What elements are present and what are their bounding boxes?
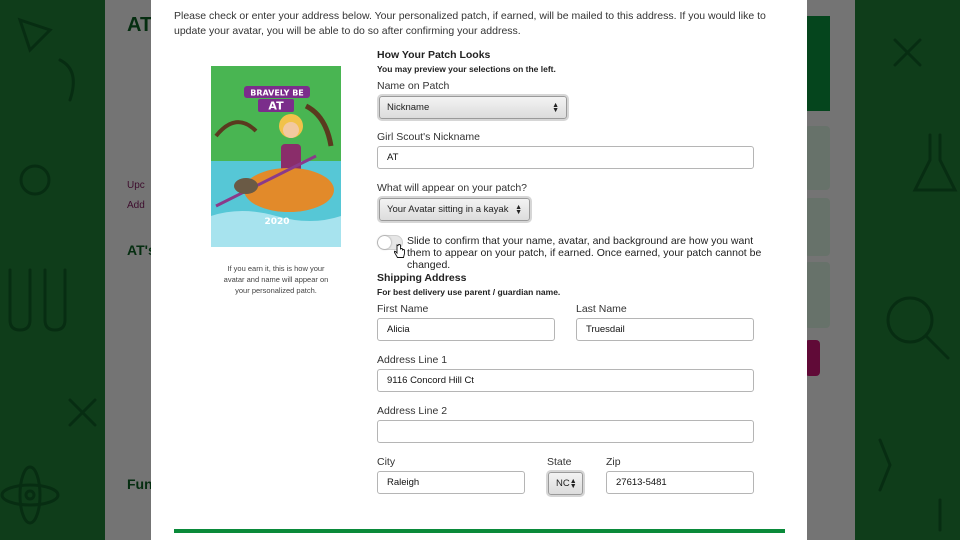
- first-name-input[interactable]: [377, 318, 555, 341]
- city-label: City: [377, 456, 396, 468]
- patch-section-subtitle: You may preview your selections on the l…: [377, 64, 556, 74]
- patch-appearance-select[interactable]: Your Avatar sitting in a kayak ▲ ▼: [379, 198, 530, 221]
- first-name-label: First Name: [377, 303, 429, 315]
- shipping-section-subtitle: For best delivery use parent / guardian …: [377, 287, 561, 297]
- nickname-input[interactable]: [377, 146, 754, 169]
- state-label: State: [547, 456, 572, 468]
- patch-appearance-label: What will appear on your patch?: [377, 182, 527, 194]
- state-select[interactable]: NC ▲ ▼: [548, 472, 583, 495]
- intro-text: Please check or enter your address below…: [174, 10, 766, 37]
- shipping-section-title: Shipping Address: [377, 272, 467, 284]
- select-arrows-icon: ▲ ▼: [515, 203, 522, 216]
- toggle-knob[interactable]: [378, 236, 391, 249]
- name-on-patch-select[interactable]: Nickname ▲ ▼: [379, 96, 567, 119]
- section-divider: [174, 529, 785, 533]
- patch-appearance-value: Your Avatar sitting in a kayak: [387, 204, 509, 215]
- zip-input[interactable]: [606, 471, 754, 494]
- select-arrows-icon: ▲ ▼: [569, 477, 577, 490]
- last-name-input[interactable]: [576, 318, 754, 341]
- name-on-patch-value: Nickname: [387, 102, 430, 113]
- address-line1-input[interactable]: [377, 369, 754, 392]
- select-arrows-icon: ▲ ▼: [552, 101, 559, 114]
- patch-banner-line1: BRAVELY BE: [250, 89, 304, 98]
- address-line2-input[interactable]: [377, 420, 754, 443]
- name-on-patch-label: Name on Patch: [377, 80, 450, 92]
- patch-preview-image: BRAVELY BE AT 2020: [211, 66, 341, 247]
- confirm-slide-text: Slide to confirm that your name, avatar,…: [407, 235, 762, 271]
- address-confirmation-modal: Please check or enter your address below…: [151, 0, 807, 540]
- address-line1-label: Address Line 1: [377, 354, 448, 366]
- last-name-label: Last Name: [576, 303, 627, 315]
- nickname-label: Girl Scout's Nickname: [377, 131, 480, 143]
- hand-cursor-icon: [394, 244, 405, 258]
- patch-caption: If you earn it, this is how your avatar …: [223, 264, 329, 295]
- state-value: NC: [556, 478, 570, 489]
- patch-banner-line2: AT: [268, 100, 284, 113]
- zip-label: Zip: [606, 456, 621, 468]
- address-line2-label: Address Line 2: [377, 405, 448, 417]
- patch-year: 2020: [264, 217, 289, 227]
- patch-section-title: How Your Patch Looks: [377, 49, 491, 61]
- city-input[interactable]: [377, 471, 525, 494]
